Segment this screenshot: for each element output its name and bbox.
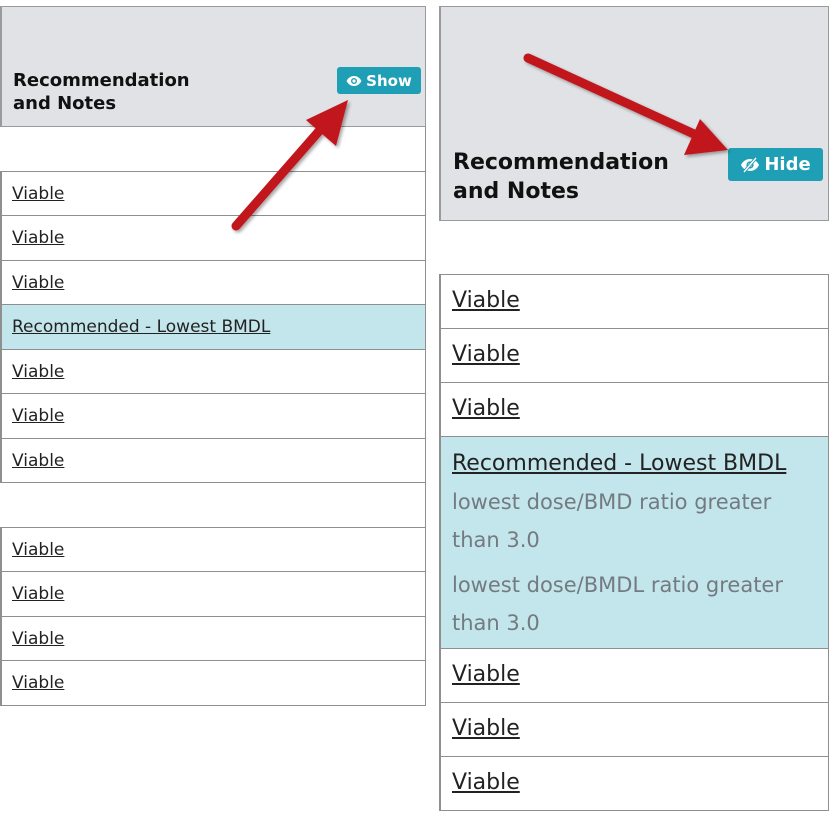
recommendation-note: lowest dose/BMDL ratio greater than 3.0 xyxy=(452,573,783,635)
recommendation-note: lowest dose/BMD ratio greater than 3.0 xyxy=(452,490,772,552)
recommendation-link[interactable]: Viable xyxy=(12,540,64,560)
table-row-empty xyxy=(0,127,426,172)
table-row-recommended: Recommended - Lowest BMDL lowest dose/BM… xyxy=(439,437,829,649)
recommendation-link[interactable]: Viable xyxy=(12,184,64,204)
table-row-empty xyxy=(0,483,426,528)
column-title: Recommendation and Notes xyxy=(453,149,669,206)
table-row: Viable xyxy=(439,275,829,329)
column-title: Recommendation and Notes xyxy=(13,69,190,116)
recommended-link[interactable]: Recommended - Lowest BMDL xyxy=(12,317,270,337)
table-row: Viable xyxy=(439,329,829,383)
table-row: Viable xyxy=(439,649,829,703)
recommendation-table-expanded: Recommendation and Notes Hide Viable Via… xyxy=(439,6,829,811)
table-row: Viable xyxy=(0,171,426,216)
table-row: Viable xyxy=(439,703,829,757)
recommendation-link[interactable]: Viable xyxy=(12,451,64,471)
table-header: Recommendation and Notes Show xyxy=(0,6,426,127)
table-row: Viable xyxy=(439,383,829,437)
table-row: Viable xyxy=(0,438,426,483)
recommendation-link[interactable]: Viable xyxy=(12,406,64,426)
table-row: Viable xyxy=(0,527,426,572)
hide-notes-label: Hide xyxy=(764,154,811,175)
column-title-line2: and Notes xyxy=(13,93,117,115)
table-row: Viable xyxy=(0,349,426,394)
column-title-line1: Recommendation xyxy=(453,150,669,175)
eye-icon xyxy=(346,75,362,87)
table-row-empty xyxy=(439,221,829,275)
recommendation-link[interactable]: Viable xyxy=(12,228,64,248)
eye-slash-icon xyxy=(740,156,760,173)
column-title-line2: and Notes xyxy=(453,178,579,204)
recommendation-link[interactable]: Viable xyxy=(12,584,64,604)
table-row: Viable xyxy=(0,661,426,706)
recommendation-link[interactable]: Viable xyxy=(452,716,520,741)
column-title-line1: Recommendation xyxy=(13,70,190,91)
show-notes-label: Show xyxy=(366,71,412,90)
recommendation-table-collapsed: Recommendation and Notes Show Viable Via… xyxy=(0,6,426,706)
table-row: Viable xyxy=(439,757,829,811)
table-row: Viable xyxy=(0,616,426,661)
recommendation-link[interactable]: Viable xyxy=(12,273,64,293)
recommendation-link[interactable]: Viable xyxy=(452,342,520,367)
recommendation-link[interactable]: Viable xyxy=(12,629,64,649)
table-row-recommended: Recommended - Lowest BMDL xyxy=(0,305,426,350)
hide-notes-button[interactable]: Hide xyxy=(728,148,823,181)
recommendation-link[interactable]: Viable xyxy=(452,396,520,421)
recommendation-link[interactable]: Viable xyxy=(452,662,520,687)
table-header: Recommendation and Notes Hide xyxy=(439,6,829,221)
table-row: Viable xyxy=(0,260,426,305)
recommended-link[interactable]: Recommended - Lowest BMDL xyxy=(452,451,786,476)
recommendation-link[interactable]: Viable xyxy=(452,288,520,313)
recommendation-link[interactable]: Viable xyxy=(12,362,64,382)
table-row: Viable xyxy=(0,572,426,617)
table-row: Viable xyxy=(0,394,426,439)
recommendation-link[interactable]: Viable xyxy=(12,673,64,693)
table-row: Viable xyxy=(0,216,426,261)
show-notes-button[interactable]: Show xyxy=(337,67,421,94)
recommendation-link[interactable]: Viable xyxy=(452,770,520,795)
